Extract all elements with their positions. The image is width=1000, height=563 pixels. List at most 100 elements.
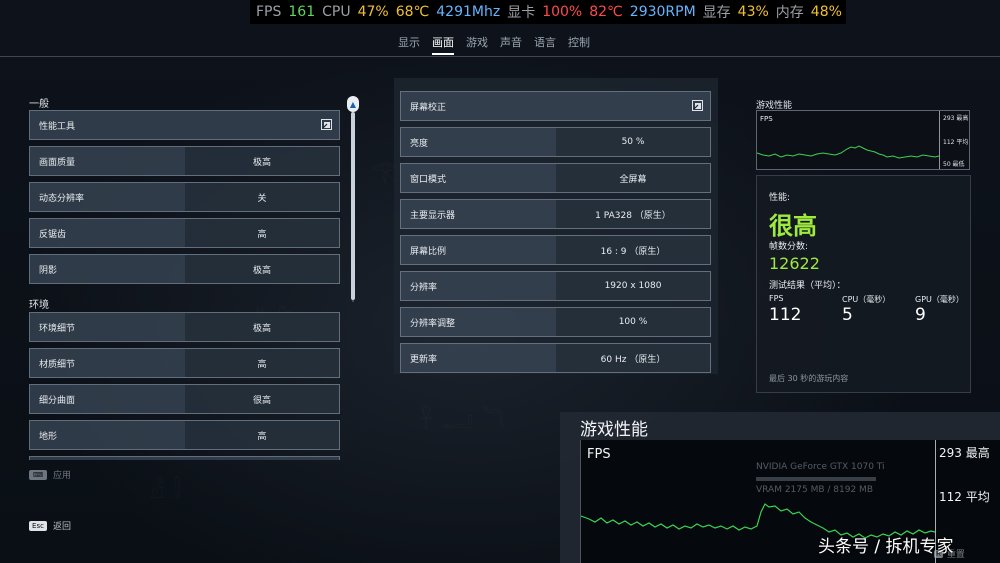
zoom-graph-max: 293 最高 — [939, 446, 990, 460]
setting-value: 极高 — [185, 313, 339, 341]
settings-tabs: 显示 画面 游戏 声音 语言 控制 — [398, 34, 590, 55]
scroll-mouse-icon[interactable]: ▲ — [347, 96, 359, 112]
overlay-cpu-clock: 4291Mhz — [436, 4, 501, 20]
overlay-cpu-temp: 68℃ — [395, 4, 430, 20]
setting-value: 100 % — [556, 308, 710, 336]
tab-language[interactable]: 语言 — [534, 34, 556, 55]
setting-label: 分辨率调整 — [410, 318, 456, 329]
setting-label: 画面质量 — [39, 157, 76, 168]
setting-label: 屏幕比例 — [410, 246, 447, 257]
setting-label: 细分曲面 — [39, 395, 76, 406]
background-hieroglyph: 𓋹𓂝𓆓 — [420, 409, 513, 434]
tab-sound[interactable]: 声音 — [500, 34, 522, 55]
mini-graph-avg: 112 平均 — [943, 139, 969, 146]
benchmark-results-card: 性能: 很高 帧数分数: 12622 测试结果（平均）： FPS 112 CPU… — [756, 175, 971, 393]
tab-game[interactable]: 游戏 — [466, 34, 488, 55]
setting-label: 动态分辨率 — [39, 193, 85, 204]
overlay-gpu-temp: 82℃ — [589, 4, 623, 20]
setting-value: 全屏幕 — [556, 164, 710, 192]
mini-graph-min: 50 最低 — [943, 161, 965, 168]
performance-label: 性能: — [769, 193, 791, 203]
setting-primary-monitor[interactable]: 主要显示器 1 PA328 （原生） — [400, 199, 711, 229]
overlay-vram-usage: 43% — [737, 4, 769, 20]
back-button[interactable]: Esc 返回 — [29, 519, 71, 532]
setting-value: 极高 — [185, 147, 339, 175]
overlay-gpu-usage: 100% — [542, 4, 583, 20]
cpu-column-label: CPU（毫秒） — [842, 295, 891, 304]
setting-graphics-quality[interactable]: 画面质量 极高 — [29, 146, 340, 176]
open-external-icon — [692, 100, 703, 111]
setting-shadows[interactable]: 阴影 极高 — [29, 254, 340, 284]
mini-fps-line — [757, 145, 939, 159]
watermark-text: 头条号 / 拆机专家 — [818, 537, 954, 557]
overlay-gpu-label: 显卡 — [507, 5, 536, 21]
performance-rating: 很高 — [769, 212, 817, 240]
section-title-general: 一般 — [29, 99, 49, 110]
setting-resolution-scale[interactable]: 分辨率调整 100 % — [400, 307, 711, 337]
sample-window-note: 最后 30 秒的游玩内容 — [769, 374, 849, 383]
back-label: 返回 — [53, 522, 72, 532]
zoom-title: 游戏性能 — [580, 420, 648, 440]
setting-dynamic-resolution[interactable]: 动态分辨率 关 — [29, 182, 340, 212]
setting-value: 16 : 9 （原生） — [556, 236, 710, 264]
overlay-gpu-fan: 2930RPM — [629, 4, 696, 20]
setting-label: 环境细节 — [39, 323, 76, 334]
setting-screen-calibration[interactable]: 屏幕校正 — [400, 91, 711, 121]
setting-value: 1920 x 1080 — [556, 272, 710, 300]
result-label: 测试结果（平均）： — [769, 281, 846, 291]
setting-label: 窗口模式 — [410, 174, 447, 185]
setting-label: 屏幕校正 — [410, 102, 447, 113]
overlay-cpu-usage: 47% — [357, 4, 389, 20]
setting-label: 亮度 — [410, 138, 429, 149]
setting-window-mode[interactable]: 窗口模式 全屏幕 — [400, 163, 711, 193]
setting-value: 60 Hz （原生） — [556, 344, 710, 372]
overlay-ram-label: 内存 — [775, 5, 804, 21]
tab-display[interactable]: 显示 — [398, 34, 420, 55]
setting-label: 更新率 — [410, 354, 438, 365]
background-hieroglyph: 𓁐𓇋 — [150, 479, 189, 504]
setting-label: 阴影 — [39, 265, 58, 276]
setting-value: 很高 — [185, 385, 339, 413]
setting-label: 性能工具 — [39, 121, 76, 132]
fps-average-value: 112 — [769, 305, 802, 325]
setting-resolution[interactable]: 分辨率 1920 x 1080 — [400, 271, 711, 301]
mini-fps-graph: FPS 293 最高 112 平均 50 最低 — [756, 110, 970, 170]
gpu-column-label: GPU（毫秒） — [915, 295, 964, 304]
setting-performance-tool[interactable]: 性能工具 — [29, 110, 340, 140]
apply-button[interactable]: ⌨ 应用 — [29, 468, 71, 481]
overlay-fps-value: 161 — [288, 4, 316, 20]
setting-refresh-rate[interactable]: 更新率 60 Hz （原生） — [400, 343, 711, 373]
setting-value: 50 % — [556, 128, 710, 156]
setting-value: 高 — [185, 219, 339, 247]
setting-label: 地形 — [39, 431, 58, 442]
setting-label: 材质细节 — [39, 359, 76, 370]
setting-value: 高 — [185, 421, 339, 449]
fps-column-label: FPS — [769, 294, 784, 303]
cpu-ms-value: 5 — [842, 305, 853, 325]
overlay-fps-label: FPS — [256, 4, 282, 20]
setting-terrain[interactable]: 地形 高 — [29, 420, 340, 450]
keyboard-key-icon: ⌨ — [29, 469, 47, 480]
settings-scroll-thumb[interactable] — [351, 112, 355, 300]
setting-value: 关 — [185, 183, 339, 211]
zoom-graph-avg: 112 平均 — [939, 490, 990, 504]
esc-key-icon: Esc — [29, 520, 47, 531]
gpu-ms-value: 9 — [915, 305, 926, 325]
score-label: 帧数分数: — [769, 242, 809, 252]
tab-controls[interactable]: 控制 — [568, 34, 590, 55]
header-divider — [0, 56, 1000, 57]
mini-graph-max: 293 最高 — [943, 115, 969, 122]
open-external-icon — [321, 119, 332, 130]
setting-value: 极高 — [185, 255, 339, 283]
setting-brightness[interactable]: 亮度 50 % — [400, 127, 711, 157]
setting-anti-aliasing[interactable]: 反锯齿 高 — [29, 218, 340, 248]
setting-environment-detail[interactable]: 环境细节 极高 — [29, 312, 340, 342]
setting-tessellation[interactable]: 细分曲面 很高 — [29, 384, 340, 414]
setting-texture-detail[interactable]: 材质细节 高 — [29, 348, 340, 378]
tab-graphics[interactable]: 画面 — [432, 34, 454, 55]
setting-aspect-ratio[interactable]: 屏幕比例 16 : 9 （原生） — [400, 235, 711, 265]
mini-graph-divider — [939, 111, 940, 169]
overlay-cpu-label: CPU — [322, 4, 351, 20]
performance-overlay: FPS 161 CPU 47% 68℃ 4291Mhz 显卡 100% 82℃ … — [250, 0, 846, 24]
setting-value: 高 — [185, 349, 339, 377]
